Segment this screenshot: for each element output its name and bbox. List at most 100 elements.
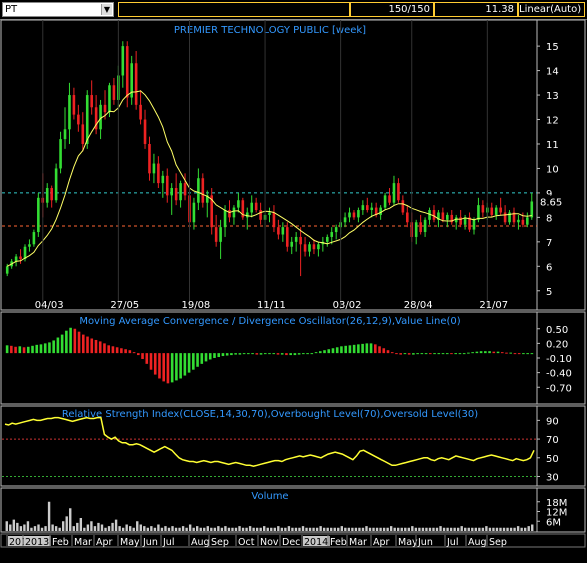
scale-mode[interactable]: Linear(Auto) — [518, 2, 585, 17]
volume-bar — [467, 527, 470, 531]
candle-body — [50, 188, 53, 201]
macd-bar — [522, 353, 525, 355]
macd-bar — [327, 349, 331, 354]
volume-bar — [136, 521, 139, 531]
volume-bar — [178, 527, 181, 531]
month-label: Dec — [282, 537, 300, 548]
volume-bar — [471, 527, 474, 531]
macd-bar — [407, 353, 411, 355]
macd-bar — [196, 353, 199, 367]
macd-bar — [272, 353, 276, 355]
macd-bar — [52, 340, 55, 354]
volume-bar — [30, 527, 33, 531]
symbol-selector[interactable]: PT ▼ — [2, 2, 114, 17]
volume-bar — [333, 527, 336, 531]
candle-body — [494, 207, 498, 215]
candle-body — [161, 175, 165, 184]
macd-bar — [200, 353, 204, 364]
volume-bar — [72, 526, 75, 531]
candle-body — [54, 168, 58, 201]
candle-body — [308, 244, 311, 252]
volume-bar — [516, 526, 520, 531]
volume-bar — [340, 526, 343, 531]
date-label: 04/03 — [35, 300, 64, 311]
volume-tick-label: 6M — [546, 517, 561, 528]
volume-bar — [248, 526, 252, 531]
date-label: 11/11 — [257, 300, 286, 311]
volume-bar — [294, 527, 298, 531]
macd-bar — [77, 331, 81, 354]
candle-body — [357, 210, 360, 218]
volume-bar — [478, 527, 481, 531]
month-label: Jul — [446, 537, 458, 548]
macd-bar — [10, 345, 13, 354]
pane-frame-0 — [0, 19, 538, 311]
volume-bar — [128, 526, 132, 531]
macd-bar — [500, 352, 504, 354]
month-label: Aug — [191, 537, 210, 548]
rsi-tick-label: 50 — [546, 454, 559, 465]
chevron-down-icon[interactable]: ▼ — [101, 4, 112, 15]
macd-bar — [450, 353, 453, 355]
volume-bar — [167, 527, 171, 531]
candle-body — [237, 200, 240, 208]
month-label: Mar — [74, 537, 92, 548]
candle-body — [254, 202, 258, 211]
volume-bar — [305, 527, 308, 531]
macd-bar — [137, 353, 140, 356]
volume-bar — [474, 527, 478, 531]
macd-bar — [225, 353, 229, 356]
macd-bar — [513, 353, 517, 355]
macd-bar — [128, 350, 132, 354]
candle-body — [85, 95, 89, 144]
volume-bar — [382, 527, 386, 531]
month-label: Jun — [417, 537, 433, 548]
volume-bar — [83, 527, 86, 531]
volume-bar — [19, 526, 23, 531]
date-label: 21/07 — [479, 300, 508, 311]
volume-bar — [460, 526, 463, 531]
candle-body — [406, 212, 409, 223]
macd-chart-title: Moving Average Convergence / Divergence … — [79, 316, 460, 327]
volume-bar — [76, 522, 79, 531]
month-label: Apr — [373, 537, 390, 548]
volume-bar — [174, 527, 178, 531]
price-tick-label: 14 — [546, 67, 559, 78]
volume-bar — [231, 527, 234, 531]
candle-body — [365, 205, 369, 211]
volume-bar — [263, 526, 266, 531]
volume-bar — [157, 524, 160, 531]
volume-bar — [5, 521, 8, 531]
volume-bar — [432, 527, 435, 531]
volume-bar — [12, 519, 16, 531]
candle-body — [530, 201, 534, 218]
candle-body — [152, 163, 156, 174]
macd-bar — [369, 343, 373, 354]
price-tick-label: 5 — [546, 287, 552, 298]
volume-chart-title: Volume — [251, 491, 288, 502]
macd-bar — [374, 344, 377, 354]
symbol-value: PT — [5, 4, 18, 15]
candle-body — [219, 227, 222, 242]
price-chart-title: PREMIER TECHNOLOGY PUBLIC [week] — [174, 25, 366, 36]
macd-bar — [69, 327, 72, 354]
volume-bar — [153, 527, 157, 531]
volume-bar — [192, 527, 195, 531]
macd-bar — [297, 353, 301, 355]
volume-bar — [188, 524, 192, 531]
year-label: 2014 — [304, 537, 328, 548]
candle-body — [183, 183, 187, 196]
macd-bar — [39, 344, 43, 354]
volume-bar — [199, 527, 202, 531]
candle-body — [121, 46, 125, 76]
macd-tick-label: 0.20 — [546, 339, 568, 350]
volume-bar — [425, 527, 428, 531]
volume-bar — [351, 527, 354, 531]
candle-body — [201, 178, 205, 203]
volume-bar — [58, 527, 61, 531]
volume-bar — [118, 526, 121, 531]
macd-bar — [488, 351, 491, 354]
macd-bar — [60, 334, 64, 354]
macd-bar — [479, 351, 483, 354]
volume-bar — [291, 527, 294, 531]
